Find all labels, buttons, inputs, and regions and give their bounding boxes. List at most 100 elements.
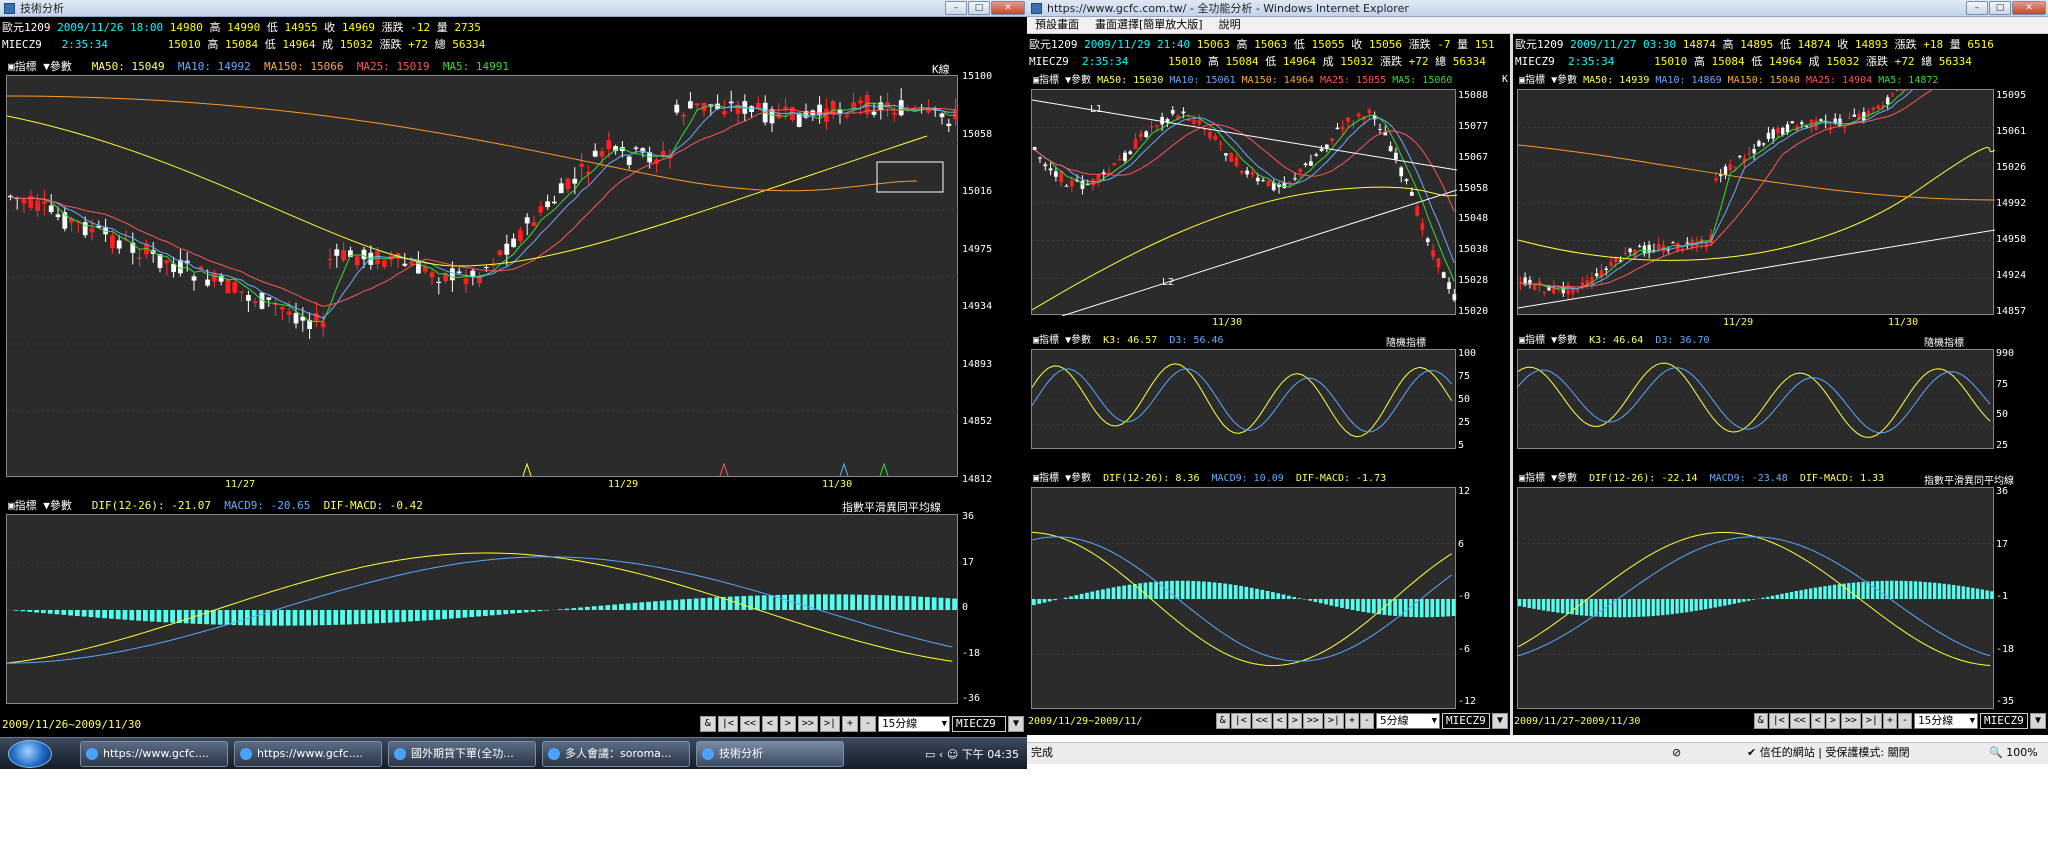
candle [1128,151,1133,154]
candlestick-chart-panel[interactable] [6,75,959,477]
macd-histogram-bar [1913,581,1918,599]
macd-histogram-bar [938,597,944,610]
macd-histogram-bar [109,610,114,619]
candle [1367,109,1372,114]
taskbar-item-4[interactable]: 技術分析 [696,741,844,767]
taskbar-item-3[interactable]: 多人會議：soroma... [542,741,690,767]
candle [1886,97,1890,105]
ma5-line [1034,114,1455,282]
symbol-field[interactable]: MIECZ9 [1442,713,1490,729]
candle [1346,117,1350,122]
nav-button-3[interactable]: < [1810,713,1825,729]
symbol-dropdown-button[interactable]: ▼ [1492,713,1508,729]
period-select[interactable]: 5分線 [1376,713,1440,729]
nav-button-6[interactable]: >| [1861,713,1882,729]
nav-button-5[interactable]: >> [1302,713,1323,729]
nav-button-0[interactable]: & [1753,713,1768,729]
security-icon[interactable]: ⊘ [1672,743,1681,763]
nav-button-2[interactable]: << [1251,713,1272,729]
macd-histogram-bar [299,610,305,626]
kd-chart-panel[interactable] [1031,349,1457,449]
candle [1871,107,1876,110]
nav-button-6[interactable]: >| [1323,713,1344,729]
nav-button-1[interactable]: |< [1230,713,1251,729]
macd-histogram-bar [1799,590,1803,599]
nav-button-7[interactable]: + [1882,713,1897,729]
period-select[interactable]: 15分線 [1914,713,1978,729]
macd-chart-panel[interactable] [1517,487,1995,709]
nav-button-0[interactable]: & [1215,713,1230,729]
start-button[interactable] [8,740,52,768]
candle [1048,168,1053,171]
macd-histogram-bar [1780,593,1784,599]
period-select[interactable]: 15分線 [878,716,950,732]
candle [1425,238,1430,242]
macd-histogram-bar [1985,590,1989,599]
ie-close-button[interactable]: ✕ [2012,1,2046,15]
nav-button-4[interactable]: > [1287,713,1302,729]
price-tick-label: 14958 [1996,234,2027,245]
macd-chart-panel[interactable] [6,514,959,704]
kd-chart-panel[interactable] [1517,349,1995,449]
price-panel-title: ▣指標 ▼參數 MA50: 14939 MA10: 14869 MA150: 1… [1519,75,1939,86]
macd-histogram-bar [170,610,175,623]
nav-button-7[interactable]: + [842,716,858,732]
close-button[interactable]: ✕ [991,1,1025,15]
taskbar-item-0[interactable]: https://www.gcfc.... [80,741,228,767]
candle [681,114,686,117]
taskbar-item-2[interactable]: 國外期貨下單(全功... [388,741,536,767]
nav-button-1[interactable]: |< [1768,713,1789,729]
macd-chart-panel[interactable] [1031,487,1457,709]
nav-button-8[interactable]: - [1897,713,1912,729]
nav-button-5[interactable]: >> [1840,713,1861,729]
nav-button-8[interactable]: - [1359,713,1374,729]
zoom-level[interactable]: 🔍 100% [1989,743,2038,763]
macd-histogram-bar [1942,583,1946,599]
symbol-field[interactable]: MIECZ9 [952,716,1006,732]
nav-button-0[interactable]: & [699,716,716,732]
nav-button-7[interactable]: + [1344,713,1359,729]
menu-help[interactable]: 說明 [1219,17,1241,33]
maximize-button[interactable]: □ [968,1,990,15]
indicator-button[interactable]: ▣指標 [8,60,37,73]
title-bar[interactable]: 技術分析 – □ ✕ [0,0,1027,17]
nav-button-3[interactable]: < [1272,713,1287,729]
nav-button-5[interactable]: >> [797,716,818,732]
chart-column-2: 歐元1209 2009/11/27 03:30 14874 高 14895 低 … [1513,34,2048,735]
nav-button-2[interactable]: << [739,716,760,732]
menu-default-view[interactable]: 預設畫面 [1035,17,1079,33]
nav-button-6[interactable]: >| [819,716,840,732]
nav-button-8[interactable]: - [860,716,876,732]
minimize-button[interactable]: – [945,1,967,15]
quote-header: 歐元1209 2009/11/29 21:40 15063 高 15063 低 … [1029,38,1495,68]
nav-button-3[interactable]: < [761,716,778,732]
menu-view-select[interactable]: 畫面選擇[簡單放大版] [1095,17,1203,33]
macd-histogram-bar [1244,586,1249,599]
macd-histogram-bar [945,598,951,610]
trusted-zone[interactable]: ✔ 信任的網站 | 受保護模式: 關閉 [1747,743,1910,763]
candlestick-chart-panel[interactable]: L1 L2 [1031,89,1457,316]
nav-button-2[interactable]: << [1789,713,1810,729]
symbol-dropdown-button[interactable]: ▼ [1008,716,1024,732]
nav-button-1[interactable]: |< [717,716,738,732]
params-button[interactable]: ▼參數 [43,60,72,73]
candlestick-chart-panel[interactable] [1517,89,1995,315]
nav-button-4[interactable]: > [779,716,796,732]
macd-histogram-bar [347,610,352,625]
taskbar-item-1[interactable]: https://www.gcfc.... [234,741,382,767]
symbol-field[interactable]: MIECZ9 [1980,713,2028,729]
macd-histogram-bar [136,610,141,621]
candle [382,260,387,267]
macd-histogram-bar [1813,587,1818,599]
ie-minimize-button[interactable]: – [1966,1,1988,15]
macd-histogram-bar [1537,599,1541,610]
nav-button-4[interactable]: > [1825,713,1840,729]
candle [694,103,700,106]
signal-marker [879,462,889,477]
candle [1757,141,1761,147]
ie-maximize-button[interactable]: □ [1989,1,2011,15]
symbol-dropdown-button[interactable]: ▼ [2030,713,2046,729]
tray-icons[interactable]: ▭ ‹ ☺ [925,748,958,761]
ie-title-bar[interactable]: https://www.gcfc.com.tw/ - 全功能分析 - Windo… [1027,0,2048,17]
macd-tick-label: 0 [962,602,969,613]
